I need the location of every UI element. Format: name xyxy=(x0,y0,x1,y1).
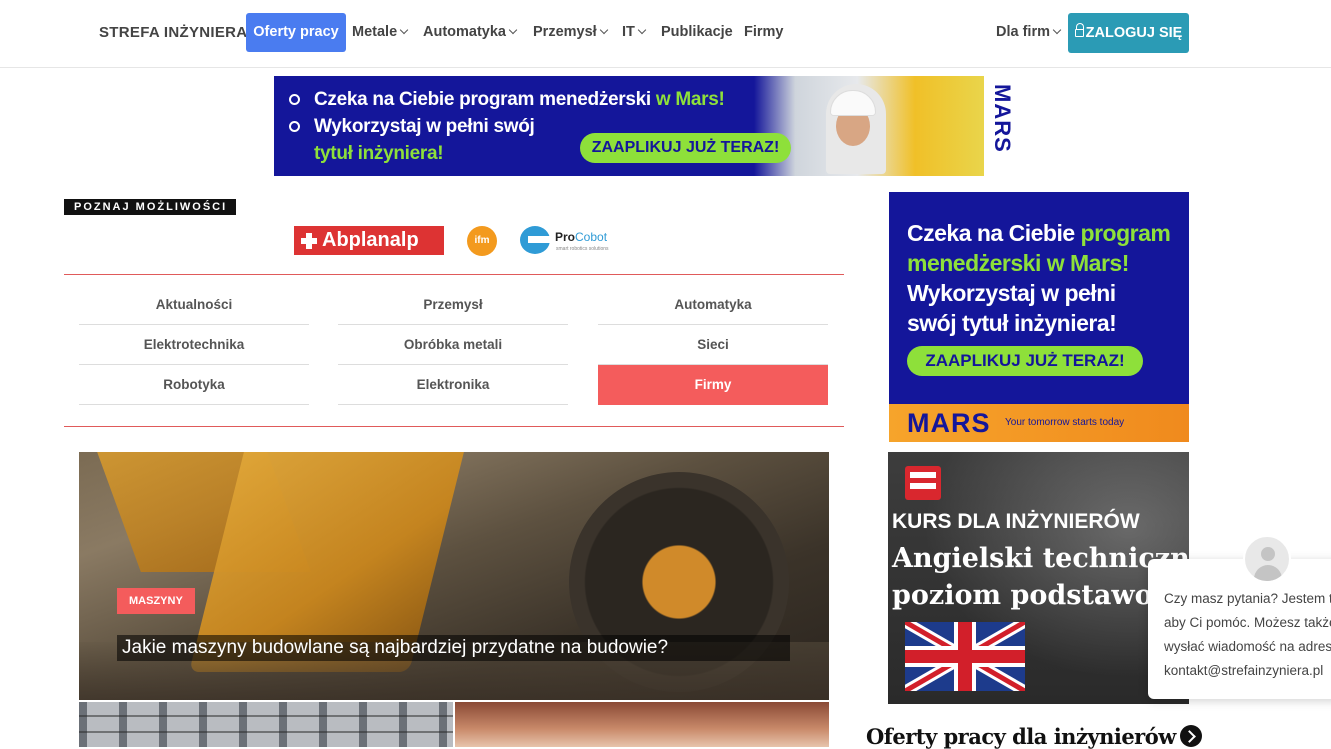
mars-logo: MARS xyxy=(907,408,991,438)
nav-companies[interactable]: Firmy xyxy=(744,24,784,40)
login-button[interactable]: ZALOGUJ SIĘ xyxy=(1068,13,1189,53)
chat-message: Czy masz pytania? Jestem tu, aby Ci pomó… xyxy=(1164,591,1331,678)
uk-flag-icon xyxy=(905,622,1025,691)
abplanalp-logo[interactable]: Abplanalp xyxy=(294,226,444,255)
job-offers-heading[interactable]: Oferty pracy dla inżynierów xyxy=(866,722,1202,749)
bullet-icon xyxy=(289,94,300,105)
category-electrical[interactable]: Elektrotechnika xyxy=(79,325,309,365)
procobot-icon xyxy=(520,226,550,254)
divider xyxy=(64,274,844,275)
side-apply-button[interactable]: ZAAPLIKUJ JUŻ TERAZ! xyxy=(907,346,1143,376)
brand-logo[interactable]: STREFA INŻYNIERA xyxy=(99,24,247,41)
category-robotics[interactable]: Robotyka xyxy=(79,365,309,405)
procobot-tagline: smart robotics solutions xyxy=(556,246,609,252)
procobot-wordmark: ProCobot xyxy=(555,230,608,244)
nav-it[interactable]: IT xyxy=(622,24,647,40)
category-badge[interactable]: MASZYNY xyxy=(117,588,195,614)
side-banner-footer: MARS Your tomorrow starts today xyxy=(889,404,1189,442)
procobot-logo[interactable]: ProCobot smart robotics solutions xyxy=(520,224,620,256)
course-kicker: KURS DLA INŻYNIERÓW xyxy=(892,510,1140,533)
arrow-right-circle-icon xyxy=(1179,725,1202,747)
category-electronics[interactable]: Elektronika xyxy=(338,365,568,405)
nav-job-offers[interactable]: Oferty pracy xyxy=(246,13,346,52)
article-thumbnail[interactable] xyxy=(455,702,829,747)
bus-icon xyxy=(905,466,941,500)
nav-for-companies[interactable]: Dla firm xyxy=(996,24,1062,40)
nav-metals[interactable]: Metale xyxy=(352,24,409,40)
course-title: Angielski techniczny poziom podstawowy xyxy=(892,543,1189,611)
nav-publications[interactable]: Publikacje xyxy=(661,24,733,40)
article-thumbnail[interactable] xyxy=(79,702,453,747)
category-networks[interactable]: Sieci xyxy=(598,325,828,365)
nav-automation[interactable]: Automatyka xyxy=(423,24,518,40)
partners-heading: POZNAJ MOŻLIWOŚCI xyxy=(64,199,236,215)
lock-icon xyxy=(1074,23,1084,37)
english-course-banner[interactable]: KURS DLA INŻYNIERÓW Angielski techniczny… xyxy=(888,452,1189,704)
bullet-icon xyxy=(289,121,300,132)
divider xyxy=(64,426,844,427)
mars-side-banner[interactable]: Czeka na Ciebie program menedżerski w Ma… xyxy=(889,192,1189,442)
ifm-logo[interactable]: ifm xyxy=(467,226,497,256)
chevron-down-icon xyxy=(399,25,409,35)
featured-article[interactable]: MASZYNY Jakie maszyny budowlane są najba… xyxy=(79,452,829,700)
banner-apply-button[interactable]: ZAAPLIKUJ JUŻ TERAZ! xyxy=(580,133,791,163)
category-metalworking[interactable]: Obróbka metali xyxy=(338,325,568,365)
top-navbar: STREFA INŻYNIERA Oferty pracy Metale Aut… xyxy=(0,0,1331,68)
mars-logo: MARS xyxy=(984,76,1018,176)
category-companies[interactable]: Firmy xyxy=(598,365,828,405)
category-industry[interactable]: Przemysł xyxy=(338,285,568,325)
chevron-down-icon xyxy=(1052,25,1062,35)
category-news[interactable]: Aktualności xyxy=(79,285,309,325)
chat-widget[interactable]: Czy masz pytania? Jestem tu, aby Ci pomó… xyxy=(1148,559,1331,699)
chevron-down-icon xyxy=(599,25,608,35)
chevron-down-icon xyxy=(637,25,647,35)
nav-industry[interactable]: Przemysł xyxy=(533,24,608,40)
side-banner-text: Czeka na Ciebie program menedżerski w Ma… xyxy=(907,220,1171,336)
chevron-down-icon xyxy=(508,25,518,35)
chat-avatar-icon[interactable] xyxy=(1243,535,1291,583)
article-title[interactable]: Jakie maszyny budowlane są najbardziej p… xyxy=(117,635,790,661)
plus-icon xyxy=(301,233,317,249)
mars-tagline: Your tomorrow starts today xyxy=(1005,417,1125,428)
mars-top-banner[interactable]: Czeka na Ciebie program menedżerski w Ma… xyxy=(274,76,1018,176)
category-automation[interactable]: Automatyka xyxy=(598,285,828,325)
